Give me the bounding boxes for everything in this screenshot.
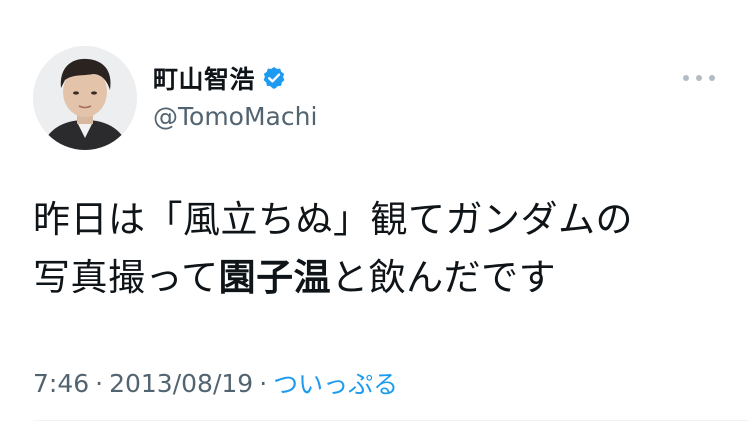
tweet-source-link[interactable]: ついっぷる bbox=[273, 365, 398, 401]
tweet-meta: 7:46 · 2013/08/19 · ついっぷる bbox=[33, 365, 398, 401]
meta-separator: · bbox=[95, 368, 104, 398]
tweet-text-line-1: 昨日は「風立ちぬ」観てガンダムの bbox=[33, 198, 633, 241]
more-dot bbox=[683, 75, 689, 81]
verified-badge-icon bbox=[261, 65, 287, 91]
tweet-text-line-2: 写真撮って園子温と飲んだです bbox=[33, 249, 723, 307]
meta-separator: · bbox=[259, 368, 268, 398]
tweet-time[interactable]: 7:46 bbox=[33, 369, 89, 398]
tweet-date[interactable]: 2013/08/19 bbox=[109, 369, 253, 398]
author-display-name[interactable]: 町山智浩 bbox=[153, 60, 255, 96]
tweet-author: 町山智浩 @TomoMachi bbox=[153, 62, 317, 131]
tweet-text-bold-segment: 園子温 bbox=[218, 256, 332, 299]
tweet-text-segment: 写真撮って bbox=[33, 256, 219, 299]
tweet-text: 昨日は「風立ちぬ」観てガンダムの 写真撮って園子温と飲んだです bbox=[33, 191, 723, 307]
more-options-icon[interactable] bbox=[683, 69, 715, 87]
tweet-card: 町山智浩 @TomoMachi 昨日は「風立ちぬ」観てガンダムの 写真撮って園子… bbox=[0, 0, 749, 427]
author-handle[interactable]: @TomoMachi bbox=[153, 102, 317, 131]
avatar[interactable] bbox=[33, 46, 137, 150]
avatar-photo-icon bbox=[33, 46, 137, 150]
more-dot bbox=[709, 75, 715, 81]
author-name-row: 町山智浩 bbox=[153, 62, 317, 94]
tweet-text-segment: と飲んだです bbox=[331, 256, 557, 299]
divider bbox=[33, 420, 749, 421]
more-dot bbox=[696, 75, 702, 81]
